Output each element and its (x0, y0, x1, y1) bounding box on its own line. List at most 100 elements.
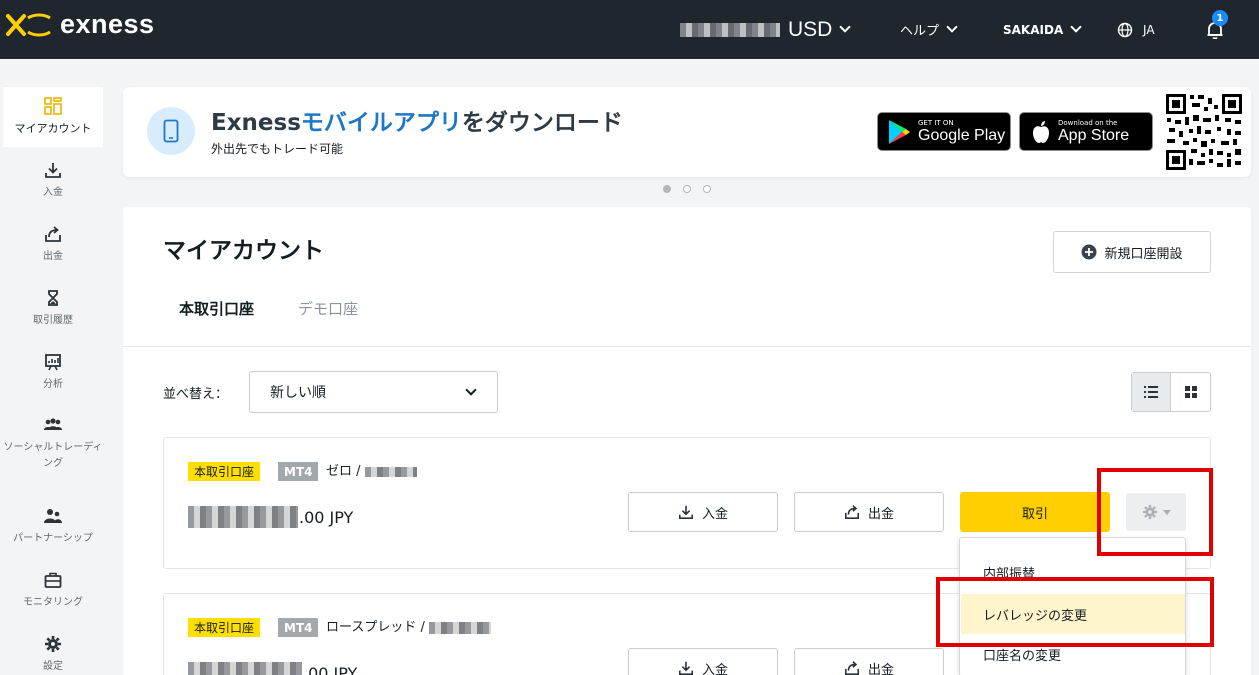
download-icon (678, 505, 694, 520)
language-selector[interactable]: JA (1117, 0, 1155, 59)
app-store-button[interactable]: Download on the App Store (1019, 112, 1153, 151)
deposit-label: 入金 (701, 662, 728, 675)
sidebar-item-label: 取引履歴 (33, 315, 73, 326)
deposit-label: 入金 (701, 506, 728, 522)
sidebar-item-label: パートナーシップ (13, 533, 93, 544)
chevron-down-icon (946, 21, 958, 33)
sidebar-item-deposit[interactable]: 入金 (3, 151, 103, 211)
balance-suffix: .00 JPY (303, 663, 358, 675)
mobile-app-banner: Exnessモバイルアプリをダウンロード 外出先でもトレード可能 GET IT … (123, 87, 1251, 177)
exness-logo-icon (6, 13, 51, 36)
carousel-dot[interactable] (703, 185, 711, 193)
sidebar-item-label: 入金 (43, 187, 63, 198)
chevron-down-icon (1070, 21, 1082, 33)
briefcase-icon (44, 572, 62, 588)
help-label: ヘルプ (900, 24, 940, 39)
sort-value: 新しい順 (270, 385, 326, 401)
sidebar-item-label: 設定 (43, 661, 63, 672)
banner-subtitle: 外出先でもトレード可能 (211, 142, 344, 156)
notifications-button[interactable] (1205, 0, 1225, 59)
chevron-down-icon (839, 21, 852, 33)
google-play-small-text: GET IT ON (918, 118, 954, 127)
account-type-tag: 本取引口座 (188, 618, 261, 637)
new-account-label: 新規口座開設 (1104, 246, 1183, 262)
upload-icon (45, 226, 61, 242)
masked-account-number (680, 22, 780, 37)
annotation-highlight-settings (1097, 468, 1213, 556)
account-type-tag: 本取引口座 (188, 462, 261, 481)
account-balance: .00 JPY (188, 506, 353, 528)
google-play-button[interactable]: GET IT ON Google Play (877, 112, 1011, 151)
trade-button[interactable]: 取引 (960, 492, 1110, 532)
sidebar-item-history[interactable]: 取引履歴 (3, 279, 103, 339)
account-currency: USD (788, 17, 833, 41)
list-icon (1144, 386, 1158, 398)
sidebar: マイアカウント 入金 出金 取引履歴 分析 ソーシャルトレーディング パートナー… (0, 59, 106, 675)
google-play-big-text: Google Play (918, 126, 1006, 144)
sort-select[interactable]: 新しい順 (249, 371, 498, 413)
banner-title-suffix: をダウンロード (461, 110, 623, 136)
grid-view-icon (1184, 386, 1197, 398)
carousel-dots (663, 185, 711, 193)
account-name-text: ゼロ / (326, 464, 361, 479)
withdraw-label: 出金 (867, 662, 894, 675)
account-balance: .00 JPY (188, 662, 357, 675)
grid-view-button[interactable] (1171, 373, 1210, 411)
new-account-button[interactable]: 新規口座開設 (1053, 231, 1211, 273)
qr-code-icon (1165, 93, 1243, 171)
withdraw-label: 出金 (867, 506, 894, 522)
sidebar-item-label: マイアカウント (14, 122, 92, 135)
people-icon (44, 418, 62, 430)
sidebar-item-partnership[interactable]: パートナーシップ (3, 497, 103, 557)
platform-tag: MT4 (278, 618, 319, 637)
brand-logo[interactable]: exness (4, 9, 155, 40)
balance-suffix: .00 JPY (299, 507, 354, 527)
partner-icon (44, 509, 62, 523)
gear-icon (45, 636, 61, 652)
sidebar-item-monitoring[interactable]: モニタリング (3, 561, 103, 621)
sidebar-item-label: ソーシャルトレーディング (3, 442, 103, 469)
masked-balance (188, 506, 298, 528)
account-name: ゼロ / (326, 462, 417, 481)
tab-demo-accounts[interactable]: デモ口座 (298, 298, 358, 319)
account-name-text: ロースプレッド / (326, 620, 425, 635)
apple-icon (1033, 120, 1049, 143)
upload-icon (844, 505, 860, 520)
app-store-small-text: Download on the (1058, 118, 1118, 127)
tabs-divider (123, 346, 1251, 347)
hourglass-icon (48, 290, 58, 306)
sidebar-item-label: 出金 (43, 251, 63, 262)
sidebar-item-analytics[interactable]: 分析 (3, 343, 103, 403)
tab-real-accounts[interactable]: 本取引口座 (179, 298, 254, 319)
list-view-button[interactable] (1132, 373, 1172, 411)
language-label: JA (1143, 22, 1155, 37)
sidebar-item-withdraw[interactable]: 出金 (3, 215, 103, 275)
platform-tag: MT4 (278, 462, 319, 481)
sidebar-item-label: モニタリング (23, 597, 83, 608)
account-selector[interactable]: USD (680, 0, 852, 59)
deposit-button[interactable]: 入金 (628, 492, 778, 532)
view-toggle (1131, 372, 1211, 412)
masked-account-id (428, 621, 491, 634)
page-title: マイアカウント (163, 238, 324, 264)
withdraw-button[interactable]: 出金 (794, 648, 944, 675)
phone-icon-badge (147, 107, 195, 155)
sidebar-item-social-trading[interactable]: ソーシャルトレーディング (3, 409, 103, 479)
carousel-dot[interactable] (683, 185, 691, 193)
withdraw-button[interactable]: 出金 (794, 492, 944, 532)
plus-circle-icon (1081, 244, 1097, 260)
google-play-icon (889, 119, 910, 144)
masked-balance (188, 662, 302, 675)
user-menu[interactable]: SAKAIDA (1003, 0, 1082, 59)
carousel-dot[interactable] (663, 185, 671, 193)
sidebar-item-settings[interactable]: 設定 (3, 625, 103, 675)
banner-title-highlight: モバイルアプリ (300, 110, 462, 136)
download-icon (45, 163, 61, 178)
chevron-down-icon (465, 384, 477, 396)
chart-icon (45, 354, 61, 371)
sidebar-item-my-account[interactable]: マイアカウント (3, 87, 103, 147)
app-store-big-text: App Store (1058, 126, 1130, 144)
notification-badge: 1 (1212, 10, 1228, 26)
help-menu[interactable]: ヘルプ (900, 0, 958, 59)
deposit-button[interactable]: 入金 (628, 648, 778, 675)
